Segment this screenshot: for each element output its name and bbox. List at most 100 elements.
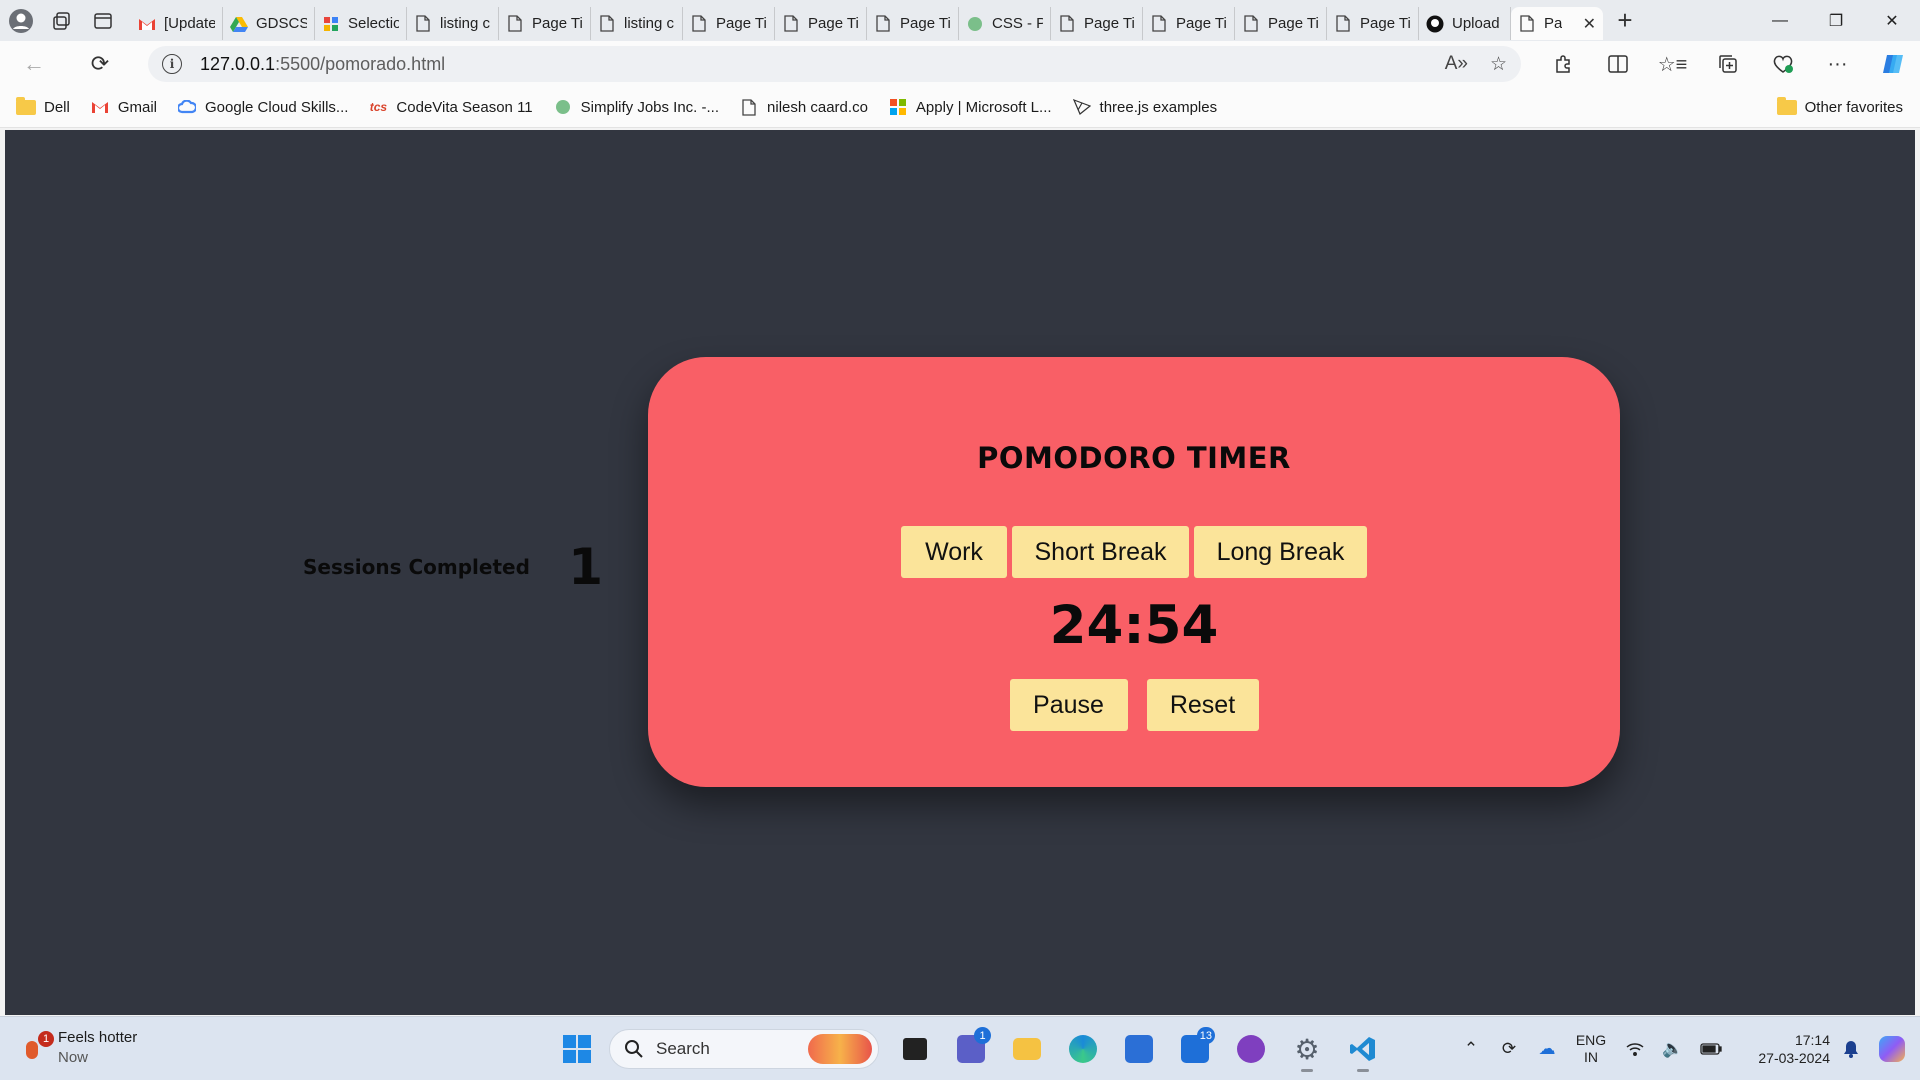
- mode-buttons: Work Short Break Long Break: [648, 526, 1620, 578]
- new-tab-button[interactable]: +: [1603, 0, 1647, 41]
- window-controls: — ❐ ✕: [1752, 0, 1920, 41]
- tab[interactable]: Page Ti: [683, 7, 775, 40]
- vscode-icon[interactable]: [1335, 1025, 1391, 1073]
- page-icon: [690, 15, 708, 33]
- tab[interactable]: GDSCS: [223, 7, 315, 40]
- pause-button[interactable]: Pause: [1009, 679, 1128, 731]
- favorite-star-icon[interactable]: ☆: [1490, 53, 1507, 76]
- notification-bell-icon[interactable]: [1830, 1040, 1872, 1058]
- tab-title: Pa: [1544, 15, 1563, 32]
- google-cloud-icon: [177, 97, 197, 117]
- short-break-button[interactable]: Short Break: [1012, 526, 1189, 578]
- wifi-icon[interactable]: [1616, 1042, 1654, 1056]
- tab[interactable]: Selectio: [315, 7, 407, 40]
- tab[interactable]: Page Ti: [1235, 7, 1327, 40]
- page-icon: [1058, 15, 1076, 33]
- favorites-bar: Dell Gmail Google Cloud Skills... tcs CodeVi…: [0, 87, 1920, 128]
- favorite-item[interactable]: tcs CodeVita Season 11: [368, 97, 533, 117]
- close-window-icon[interactable]: ✕: [1864, 0, 1920, 41]
- favorite-item[interactable]: Dell: [16, 96, 70, 117]
- tab-title: Page Ti: [532, 15, 583, 32]
- long-break-button[interactable]: Long Break: [1194, 526, 1367, 578]
- tab[interactable]: Page Ti: [867, 7, 959, 40]
- page-icon: [874, 15, 892, 33]
- favorite-item[interactable]: Gmail: [90, 97, 157, 117]
- address-bar[interactable]: i 127.0.0.1:5500/pomorado.html A» ☆: [148, 46, 1521, 82]
- settings-icon[interactable]: ⚙: [1279, 1025, 1335, 1073]
- favorite-label: three.js examples: [1099, 98, 1218, 116]
- puzzle-icon: [322, 15, 340, 33]
- onedrive-icon[interactable]: ☁: [1528, 1039, 1566, 1059]
- favorite-label: nilesh caard.co: [767, 98, 868, 116]
- mail-icon[interactable]: 13: [1167, 1025, 1223, 1073]
- minimize-icon[interactable]: —: [1752, 0, 1808, 41]
- start-button[interactable]: [553, 1025, 601, 1073]
- favorite-item[interactable]: Simplify Jobs Inc. -...: [553, 97, 719, 117]
- close-tab-icon[interactable]: ✕: [1583, 14, 1596, 34]
- workspaces-icon[interactable]: [41, 0, 82, 41]
- copilot-taskbar-icon[interactable]: [1872, 1029, 1912, 1069]
- edge-icon[interactable]: [1055, 1025, 1111, 1073]
- page-icon: [506, 15, 524, 33]
- favorite-item[interactable]: nilesh caard.co: [739, 97, 868, 117]
- github-desktop-icon[interactable]: [1223, 1025, 1279, 1073]
- browser-essentials-icon[interactable]: [1755, 44, 1810, 84]
- task-view-icon[interactable]: [887, 1025, 943, 1073]
- refresh-button[interactable]: ⟳: [78, 44, 122, 84]
- site-info-icon[interactable]: i: [162, 54, 182, 74]
- more-menu-icon[interactable]: ···: [1810, 44, 1865, 84]
- clock-date: 27-03-2024: [1758, 1050, 1830, 1066]
- tab[interactable]: Page Ti: [775, 7, 867, 40]
- tab[interactable]: listing c: [591, 7, 683, 40]
- volume-icon[interactable]: 🔈: [1654, 1039, 1692, 1059]
- tab-title: Page Ti: [808, 15, 859, 32]
- favorite-item[interactable]: Google Cloud Skills...: [177, 97, 348, 117]
- back-button[interactable]: ←: [12, 44, 56, 84]
- timer-card: POMODORO TIMER Work Short Break Long Bre…: [648, 357, 1620, 787]
- tab[interactable]: listing c: [407, 7, 499, 40]
- taskbar: 1 Feels hotter Now Search 1 13 ⚙ ⌃ ⟳ ☁ E…: [0, 1016, 1920, 1080]
- tab-active[interactable]: Pa ✕: [1511, 7, 1603, 40]
- tab[interactable]: Upload: [1419, 7, 1511, 40]
- favorites-icon[interactable]: ☆≡: [1645, 44, 1700, 84]
- store-icon[interactable]: [1111, 1025, 1167, 1073]
- reset-button[interactable]: Reset: [1146, 679, 1259, 731]
- file-explorer-icon[interactable]: [999, 1025, 1055, 1073]
- language-indicator[interactable]: ENG IN: [1566, 1032, 1616, 1066]
- battery-icon[interactable]: [1692, 1043, 1730, 1055]
- split-screen-icon[interactable]: [1590, 44, 1645, 84]
- tab-title: Page Ti: [1268, 15, 1319, 32]
- tab-title: Page Ti: [1176, 15, 1227, 32]
- weather-widget[interactable]: 1 Feels hotter Now: [24, 1029, 137, 1066]
- teams-badge: 1: [974, 1027, 991, 1044]
- page-icon: [782, 15, 800, 33]
- tab-actions-icon[interactable]: [82, 0, 123, 41]
- tab[interactable]: Page Ti: [1143, 7, 1235, 40]
- favorite-item[interactable]: Apply | Microsoft L...: [888, 97, 1052, 117]
- page-icon: [1242, 15, 1260, 33]
- clock[interactable]: 17:14 27-03-2024: [1734, 1031, 1830, 1067]
- sync-icon[interactable]: ⟳: [1490, 1039, 1528, 1059]
- work-button[interactable]: Work: [901, 526, 1007, 578]
- timer-controls: Pause Reset: [648, 679, 1620, 731]
- collections-icon[interactable]: [1700, 44, 1755, 84]
- tab[interactable]: Page Ti: [1051, 7, 1143, 40]
- tab[interactable]: Page Ti: [499, 7, 591, 40]
- tab[interactable]: [Update: [131, 7, 223, 40]
- favorite-item[interactable]: three.js examples: [1072, 97, 1218, 117]
- teams-icon[interactable]: 1: [943, 1025, 999, 1073]
- extensions-icon[interactable]: [1535, 44, 1590, 84]
- drive-icon: [230, 15, 248, 33]
- profile-icon[interactable]: [0, 0, 41, 41]
- restore-icon[interactable]: ❐: [1808, 0, 1864, 41]
- tcs-icon: tcs: [369, 100, 388, 114]
- chevron-up-icon[interactable]: ⌃: [1452, 1039, 1490, 1059]
- sessions-count: 1: [568, 538, 603, 596]
- other-favorites[interactable]: Other favorites: [1776, 96, 1903, 117]
- read-aloud-icon[interactable]: A»: [1445, 53, 1468, 76]
- weather-icon: 1: [24, 1031, 54, 1059]
- copilot-icon[interactable]: [1865, 44, 1920, 84]
- taskbar-search[interactable]: Search: [609, 1029, 879, 1069]
- tab[interactable]: Page Ti: [1327, 7, 1419, 40]
- tab[interactable]: CSS - P: [959, 7, 1051, 40]
